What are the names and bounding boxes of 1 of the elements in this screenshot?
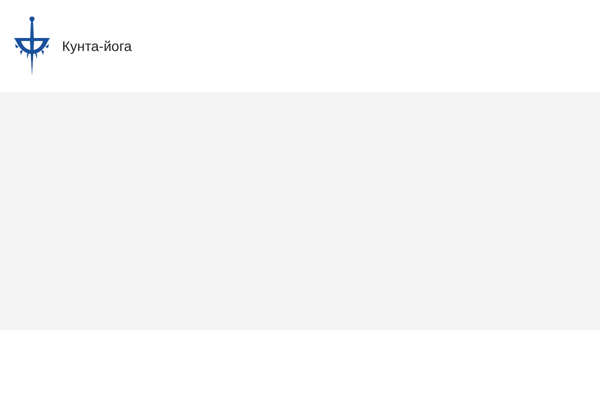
site-name[interactable]: Кунта-йога [62,38,132,54]
